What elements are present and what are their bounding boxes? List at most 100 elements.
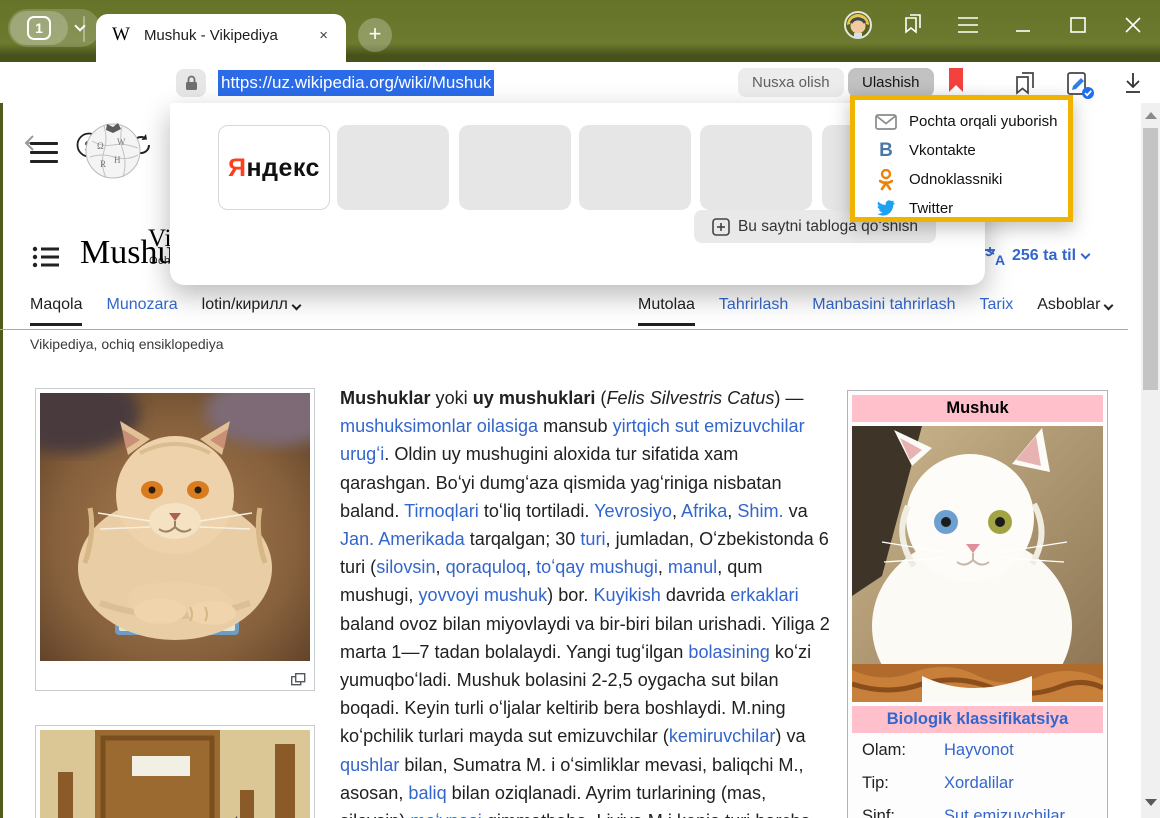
new-tab-button[interactable]: + — [358, 18, 392, 52]
tools-dropdown[interactable]: Asboblar — [1037, 296, 1112, 326]
tab-tarix[interactable]: Tarix — [979, 296, 1013, 326]
article-link[interactable]: turi — [580, 529, 605, 549]
odnoklassniki-icon — [875, 169, 897, 191]
tab-mutolaa[interactable]: Mutolaa — [638, 296, 695, 326]
site-lock-button[interactable] — [176, 69, 206, 97]
lock-icon — [185, 75, 198, 91]
article-figure-cat-on-book[interactable] — [35, 388, 315, 691]
article-paragraph: Mushuklar yoki uy mushuklari (Felis Silv… — [340, 384, 833, 818]
tableau-tile[interactable] — [459, 125, 571, 210]
article-link[interactable]: yovvoyi mushuk — [418, 585, 547, 605]
article-link[interactable]: toʻqay mushugi — [536, 557, 658, 577]
wikipedia-favicon: W — [112, 24, 130, 46]
svg-text:R: R — [100, 159, 106, 169]
tab-munozara[interactable]: Munozara — [106, 296, 177, 326]
article-link[interactable]: Kuyikish — [593, 585, 660, 605]
site-subtitle: Vikipediya, ochiq ensiklopediya — [30, 336, 224, 352]
tableau-tile[interactable] — [700, 125, 812, 210]
wiki-tabs: Maqola Munozara lotin/кирилл Mutolaa Tah… — [0, 296, 1128, 330]
language-chevron-icon — [1081, 249, 1091, 259]
tab-tahrirlash[interactable]: Tahrirlash — [719, 296, 788, 326]
share-menu: Pochta orqali yuborish B Vkontakte Odnok… — [850, 95, 1073, 222]
bookmark-flag-icon[interactable] — [948, 67, 964, 93]
infobox-label: Olam: — [862, 741, 944, 760]
infobox-row-tip: Tip: Xordalilar — [852, 766, 1103, 799]
svg-text:H: H — [114, 155, 121, 165]
article-link[interactable]: bolasining — [688, 642, 769, 662]
tab-group-pill[interactable]: 1 — [8, 9, 100, 47]
share-item-email[interactable]: Pochta orqali yuborish — [875, 107, 1068, 136]
infobox-label: Tip: — [862, 774, 944, 793]
plus-square-icon — [712, 218, 730, 236]
profile-avatar[interactable] — [830, 10, 885, 45]
wikipedia-logo[interactable]: Ω W H R — [84, 119, 142, 181]
wiki-menu-icon[interactable] — [30, 136, 58, 169]
article-link[interactable]: manul — [668, 557, 717, 577]
enlarge-icon[interactable] — [291, 673, 306, 686]
cat-on-book-photo — [40, 393, 310, 661]
tab-title: Mushuk - Vikipediya — [144, 27, 313, 44]
infobox-value-link[interactable]: Sut emizuvchilar — [944, 807, 1065, 818]
article-link[interactable]: silovsin — [376, 557, 435, 577]
share-button[interactable]: Ulashish — [848, 68, 934, 97]
variant-selector[interactable]: lotin/кирилл — [202, 296, 300, 326]
article-link[interactable]: erkaklari — [730, 585, 798, 605]
svg-text:W: W — [117, 137, 126, 147]
copy-url-button[interactable]: Nusxa olish — [738, 68, 844, 97]
close-window-button[interactable] — [1105, 15, 1160, 40]
infobox-row-olam: Olam: Hayvonot — [852, 733, 1103, 766]
scrollbar-thumb[interactable] — [1143, 128, 1158, 390]
infobox-row-sinf: Sinf: Sut emizuvchilar — [852, 799, 1103, 818]
infobox-value-link[interactable]: Hayvonot — [944, 741, 1014, 760]
collections-titlebar-icon[interactable] — [885, 12, 940, 43]
languages-icon: A — [984, 246, 1006, 266]
tableau-tile[interactable] — [337, 125, 449, 210]
download-icon[interactable] — [1122, 70, 1144, 96]
maximize-button[interactable] — [1050, 15, 1105, 40]
article-figure-tabby-cat[interactable] — [35, 725, 315, 818]
article-link[interactable]: Tirnoqlari — [404, 501, 479, 521]
infobox-value-link[interactable]: Xordalilar — [944, 774, 1014, 793]
page-scrollbar[interactable] — [1141, 103, 1160, 818]
svg-text:Ω: Ω — [97, 141, 104, 151]
variant-chevron-icon — [291, 301, 301, 311]
menu-hamburger-icon[interactable] — [940, 15, 995, 40]
toc-icon[interactable] — [32, 245, 60, 269]
infobox-section-header: Biologik klassifikatsiya — [852, 706, 1103, 733]
tab-divider — [83, 16, 85, 42]
share-item-twitter[interactable]: Twitter — [875, 194, 1068, 223]
email-icon — [875, 114, 897, 130]
article-link[interactable]: baliq — [408, 783, 446, 803]
share-item-odnoklassniki[interactable]: Odnoklassniki — [875, 165, 1068, 194]
address-bar-url[interactable]: https://uz.wikipedia.org/wiki/Mushuk — [218, 70, 494, 96]
article-link[interactable]: Afrika — [681, 501, 727, 521]
article-link[interactable]: moʻynasi — [410, 811, 481, 818]
article-link[interactable]: mushuksimonlar oilasiga — [340, 416, 538, 436]
browser-tab-active[interactable]: W Mushuk - Vikipediya × — [96, 14, 346, 62]
article-link[interactable]: Yevrosiyo — [594, 501, 672, 521]
scrollbar-down-icon[interactable] — [1145, 799, 1157, 806]
scrollbar-up-icon[interactable] — [1145, 112, 1157, 119]
language-selector[interactable]: A 256 ta til — [984, 246, 1089, 266]
article-link[interactable]: qoraquloq — [446, 557, 527, 577]
article-link[interactable]: qushlar — [340, 755, 399, 775]
minimize-button[interactable] — [995, 15, 1050, 40]
tab-maqola[interactable]: Maqola — [30, 296, 82, 326]
browser-titlebar: 1 W Mushuk - Vikipediya × + — [0, 0, 1160, 62]
infobox-mushuk: Mushuk — [847, 390, 1108, 818]
share-item-vkontakte[interactable]: B Vkontakte — [875, 136, 1068, 165]
close-tab-icon[interactable]: × — [313, 25, 334, 46]
tab-group-badge[interactable]: 1 — [10, 11, 68, 45]
article-link[interactable]: Shim. — [737, 501, 783, 521]
vk-icon: B — [875, 140, 897, 162]
white-kitten-photo[interactable] — [852, 426, 1103, 702]
article-link[interactable]: kemiruvchilar — [669, 726, 776, 746]
infobox-title: Mushuk — [852, 395, 1103, 422]
tab-group-count: 1 — [27, 16, 51, 40]
infobox-label: Sinf: — [862, 807, 944, 818]
tab-manbasini-tahrirlash[interactable]: Manbasini tahrirlash — [812, 296, 955, 326]
article-link[interactable]: Jan. Amerikada — [340, 529, 465, 549]
collections-toolbar-icon[interactable] — [1012, 70, 1040, 96]
tableau-tile[interactable] — [579, 125, 691, 210]
tableau-tile-yandex[interactable]: Яндекс — [218, 125, 330, 210]
